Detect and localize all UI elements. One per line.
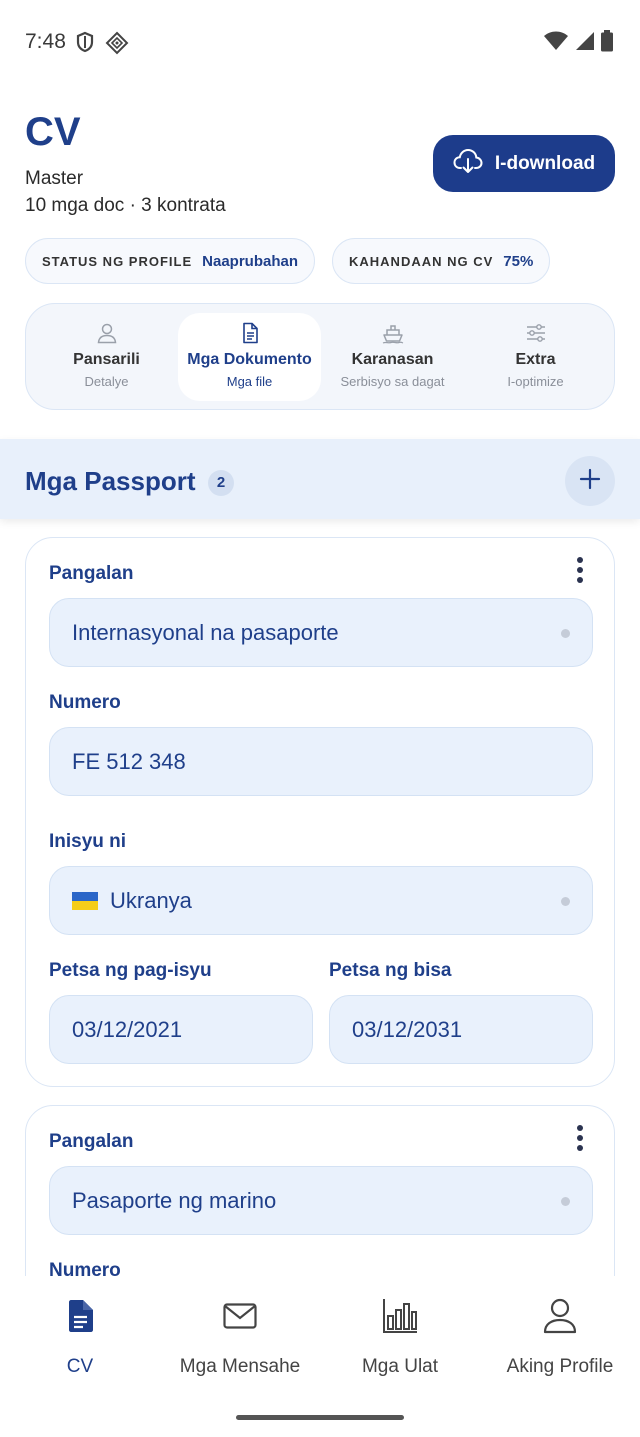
ukraine-flag-icon xyxy=(72,891,98,910)
passport-list[interactable]: Pangalan Internasyonal na pasaporte Nume… xyxy=(0,519,640,1276)
passport-card: Pangalan Internasyonal na pasaporte Nume… xyxy=(25,537,615,1087)
nav-label: CV xyxy=(66,1356,94,1377)
tab-label: Karanasan xyxy=(351,351,434,368)
tab-sublabel: I-optimize xyxy=(507,374,564,389)
cv-meta: 10 mga doc · 3 kontrata xyxy=(25,195,226,216)
tab-label: Extra xyxy=(515,351,556,368)
field-label: Petsa ng bisa xyxy=(329,960,452,981)
issue-date-field[interactable]: 03/12/2021 xyxy=(49,995,313,1064)
nav-item-profile[interactable]: Aking Profile xyxy=(480,1296,640,1378)
cloud-download-icon xyxy=(453,148,483,180)
pill-value: Naaprubahan xyxy=(202,252,298,270)
mail-icon xyxy=(223,1302,257,1334)
field-value: Ukranya xyxy=(110,887,192,913)
nav-item-cv[interactable]: CV xyxy=(0,1296,160,1378)
expiry-date-field[interactable]: 03/12/2031 xyxy=(329,995,593,1064)
tab-sublabel: Detalye xyxy=(84,374,129,389)
field-value: 03/12/2021 xyxy=(72,1016,183,1042)
passport-section-header: Mga Passport 2 xyxy=(0,439,640,519)
field-label: Numero xyxy=(49,692,121,713)
diamond-grid-icon xyxy=(105,31,129,60)
home-indicator[interactable] xyxy=(236,1415,404,1420)
tab-extra[interactable]: Extra I-optimize xyxy=(464,313,607,401)
cv-header: CV Master 10 mga doc · 3 kontrata I-down… xyxy=(25,108,615,228)
download-button-label: I-download xyxy=(494,152,596,174)
section-count-badge: 2 xyxy=(208,470,234,496)
field-value: 03/12/2031 xyxy=(352,1016,463,1042)
status-time: 7:48 xyxy=(25,30,66,53)
more-options-button[interactable] xyxy=(576,556,584,589)
person-icon xyxy=(96,322,118,349)
dropdown-indicator-icon xyxy=(561,629,570,638)
nav-label: Mga Mensahe xyxy=(179,1356,301,1377)
nav-item-messages[interactable]: Mga Mensahe xyxy=(160,1296,320,1378)
cv-document-icon xyxy=(66,1299,94,1338)
profile-icon xyxy=(543,1298,577,1339)
more-options-button[interactable] xyxy=(576,1124,584,1157)
signal-icon xyxy=(574,31,594,56)
bar-chart-icon xyxy=(382,1298,418,1339)
field-value: Internasyonal na pasaporte xyxy=(72,619,339,645)
sliders-icon xyxy=(525,322,547,349)
tab-documents[interactable]: Mga Dokumento Mga file xyxy=(178,313,321,401)
ship-icon xyxy=(381,322,405,349)
nav-label: Mga Ulat xyxy=(361,1356,439,1377)
tab-experience[interactable]: Karanasan Serbisyo sa dagat xyxy=(321,313,464,401)
add-passport-button[interactable] xyxy=(565,456,615,506)
cv-tabs: Pansarili Detalye Mga Dokumento Mga file… xyxy=(25,303,615,410)
field-value: FE 512 348 xyxy=(72,748,186,774)
more-vertical-icon xyxy=(576,557,584,588)
field-value: Pasaporte ng marino xyxy=(72,1187,277,1213)
passport-number-field[interactable]: FE 512 348 xyxy=(49,727,593,796)
nav-item-reports[interactable]: Mga Ulat xyxy=(320,1296,480,1378)
field-label: Pangalan xyxy=(49,1131,134,1152)
dropdown-indicator-icon xyxy=(561,1197,570,1206)
pill-label: KAHANDAAN NG CV xyxy=(349,253,494,269)
passport-name-select[interactable]: Pasaporte ng marino xyxy=(49,1166,593,1235)
pill-value: 75% xyxy=(503,252,534,270)
document-icon xyxy=(240,322,260,349)
tab-personal[interactable]: Pansarili Detalye xyxy=(35,313,178,401)
plus-icon xyxy=(579,468,601,495)
field-label: Pangalan xyxy=(49,563,134,584)
tab-sublabel: Mga file xyxy=(226,374,273,389)
passport-card: Pangalan Pasaporte ng marino Numero xyxy=(25,1105,615,1276)
pill-label: STATUS NG PROFILE xyxy=(42,253,193,269)
cv-subtitle: Master xyxy=(25,168,84,189)
tab-sublabel: Serbisyo sa dagat xyxy=(340,374,445,389)
shield-icon xyxy=(75,31,95,60)
cv-readiness-badge: KAHANDAAN NG CV 75% xyxy=(332,238,551,284)
section-title: Mga Passport xyxy=(25,466,196,496)
tab-label: Pansarili xyxy=(73,351,140,368)
bottom-navigation: CV Mga Mensahe Mga Ulat Aking Profile xyxy=(0,1276,640,1437)
tab-label: Mga Dokumento xyxy=(187,351,312,368)
wifi-icon xyxy=(544,31,568,56)
field-label: Inisyu ni xyxy=(49,831,127,852)
nav-label: Aking Profile xyxy=(506,1356,614,1377)
field-label: Numero xyxy=(49,1260,121,1276)
status-bar: 7:48 xyxy=(0,0,640,84)
page-title: CV xyxy=(25,110,81,154)
field-label: Petsa ng pag-isyu xyxy=(49,960,212,981)
issuing-country-select[interactable]: Ukranya xyxy=(49,866,593,935)
profile-status-badge: STATUS NG PROFILE Naaprubahan xyxy=(25,238,315,284)
more-vertical-icon xyxy=(576,1125,584,1156)
passport-name-select[interactable]: Internasyonal na pasaporte xyxy=(49,598,593,667)
dropdown-indicator-icon xyxy=(561,897,570,906)
battery-icon xyxy=(600,30,614,57)
download-button[interactable]: I-download xyxy=(433,135,615,192)
